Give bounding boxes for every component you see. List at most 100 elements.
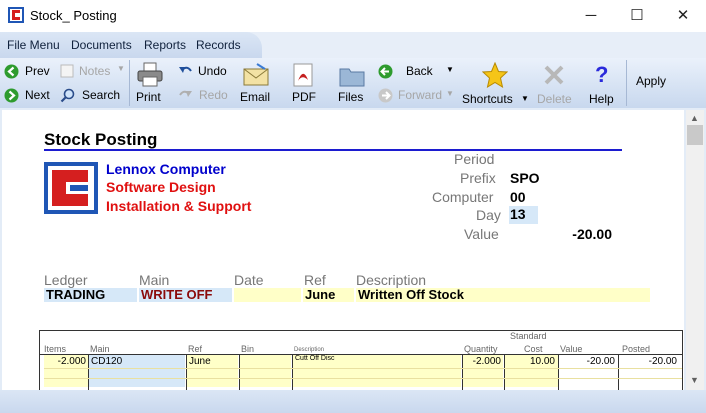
notes-button[interactable]: Notes ▼	[60, 63, 128, 81]
col-posted-header: Posted	[622, 344, 651, 354]
scroll-up-icon[interactable]: ▲	[690, 113, 699, 123]
prev-arrow-icon	[4, 64, 19, 79]
row-description[interactable]: Cutt Off Disc	[295, 355, 335, 362]
main-field[interactable]: WRITE OFF	[139, 288, 232, 302]
computer-value[interactable]: 00	[510, 189, 526, 205]
date-label: Date	[234, 272, 264, 288]
prev-label: Prev	[25, 64, 50, 78]
col-cost-header: Cost	[524, 344, 543, 354]
row-main[interactable]: CD120	[91, 356, 122, 367]
print-label: Print	[136, 90, 161, 104]
items-grid: Items Main Ref Bin Description Quantity …	[39, 330, 683, 391]
help-label: Help	[589, 92, 614, 106]
vertical-scrollbar[interactable]: ▲ ▼	[686, 110, 704, 390]
files-label: Files	[338, 90, 364, 104]
col-description-header: Description	[294, 347, 325, 353]
undo-icon	[179, 66, 192, 73]
computer-label: Computer	[432, 189, 494, 205]
shortcuts-button[interactable]: Shortcuts ▼	[460, 61, 530, 106]
document-page: Stock Posting Lennox Computer Software D…	[2, 110, 684, 391]
help-button[interactable]: ? Help	[586, 61, 616, 106]
day-field[interactable]: 13	[509, 206, 538, 224]
scroll-down-icon[interactable]: ▼	[690, 375, 699, 385]
cell-bin-bg[interactable]	[240, 355, 291, 387]
company-line-3: Installation & Support	[106, 198, 252, 214]
value-amount: -20.00	[572, 226, 612, 242]
maximize-button[interactable]: ☐	[614, 0, 660, 32]
delete-button[interactable]: Delete	[535, 61, 573, 106]
star-icon	[482, 62, 508, 88]
col-bin-header: Bin	[241, 344, 255, 354]
row-items[interactable]: -2.000	[44, 356, 86, 367]
notes-icon	[60, 64, 74, 78]
company-name: Lennox Computer	[106, 161, 226, 177]
value-label: Value	[464, 226, 499, 242]
toolbar: Prev Next Notes ▼ Search Print Undo Redo…	[0, 58, 706, 109]
next-label: Next	[25, 88, 50, 102]
undo-label: Undo	[198, 64, 227, 78]
shortcuts-dropdown-icon: ▼	[521, 94, 529, 103]
date-field[interactable]	[234, 288, 301, 302]
bottom-strip	[0, 390, 706, 413]
printer-icon	[137, 62, 163, 87]
menu-reports[interactable]: Reports	[144, 38, 186, 52]
minimize-button[interactable]: ─	[568, 0, 614, 32]
notes-label: Notes	[79, 64, 111, 78]
pdf-icon	[293, 63, 313, 87]
notes-dropdown-icon: ▼	[117, 64, 125, 73]
day-label: Day	[476, 207, 501, 223]
files-button[interactable]: Files	[336, 61, 368, 105]
back-button[interactable]: Back ▼	[378, 63, 456, 81]
ref-field[interactable]: June	[303, 288, 354, 302]
next-arrow-icon	[4, 88, 19, 103]
app-logo-icon	[8, 7, 24, 23]
ledger-label: Ledger	[44, 272, 88, 288]
forward-button[interactable]: Forward ▼	[378, 87, 458, 105]
col-value-header: Value	[560, 344, 583, 354]
row-ref[interactable]: June	[189, 356, 211, 367]
description-label: Description	[356, 272, 427, 288]
heading-rule	[44, 149, 622, 151]
col-standard-header: Standard	[510, 331, 547, 341]
apply-label: Apply	[636, 74, 667, 88]
apply-button[interactable]: Apply	[632, 72, 672, 92]
main-label: Main	[139, 272, 170, 288]
back-dropdown-icon: ▼	[446, 65, 454, 74]
prefix-value[interactable]: SPO	[510, 170, 540, 186]
email-icon	[243, 63, 269, 86]
row-value: -20.00	[586, 356, 615, 367]
col-ref-header: Ref	[188, 344, 203, 354]
window-title: Stock_ Posting	[30, 8, 117, 23]
print-button[interactable]: Print	[134, 61, 166, 105]
ref-label: Ref	[304, 272, 326, 288]
search-label: Search	[82, 88, 121, 102]
pdf-label: PDF	[292, 90, 316, 104]
back-arrow-icon	[378, 64, 393, 79]
row-quantity[interactable]: -2.000	[463, 356, 501, 367]
redo-icon	[179, 90, 192, 97]
search-icon	[60, 88, 75, 103]
ledger-field[interactable]: TRADING	[44, 288, 137, 302]
period-label: Period	[454, 151, 495, 167]
email-label: Email	[240, 90, 271, 104]
delete-label: Delete	[537, 92, 572, 106]
company-line-2: Software Design	[106, 179, 216, 195]
pdf-button[interactable]: PDF	[288, 61, 318, 105]
undo-button[interactable]: Undo	[178, 63, 230, 81]
search-button[interactable]: Search	[60, 87, 122, 105]
row-cost[interactable]: 10.00	[505, 356, 555, 367]
col-main-header: Main	[90, 344, 110, 354]
email-button[interactable]: Email	[238, 61, 274, 105]
menu-documents[interactable]: Documents	[71, 38, 132, 52]
prev-button[interactable]: Prev	[4, 63, 52, 81]
menu-records[interactable]: Records	[196, 38, 241, 52]
next-button[interactable]: Next	[4, 87, 52, 105]
redo-label: Redo	[199, 88, 228, 102]
forward-dropdown-icon: ▼	[446, 89, 454, 98]
redo-button[interactable]: Redo	[178, 87, 230, 105]
close-button[interactable]: ✕	[660, 0, 706, 32]
scroll-thumb[interactable]	[687, 125, 703, 145]
back-label: Back	[406, 64, 433, 78]
menu-file[interactable]: File Menu	[7, 38, 60, 52]
description-field[interactable]: Written Off Stock	[356, 288, 650, 302]
